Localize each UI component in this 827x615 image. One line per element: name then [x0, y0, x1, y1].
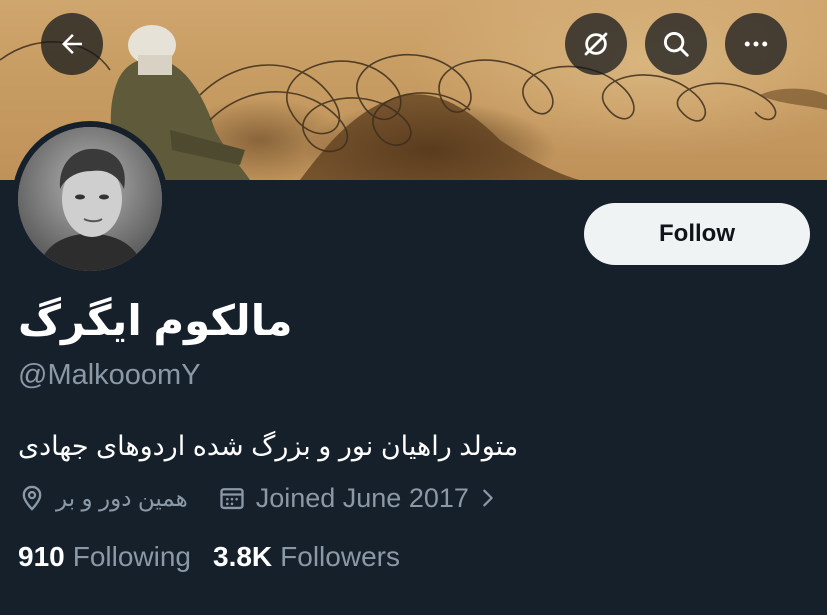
followers-stat[interactable]: 3.8K Followers	[213, 541, 400, 573]
back-button[interactable]	[41, 13, 103, 75]
joined-date[interactable]: Joined June 2017	[218, 483, 499, 514]
follow-button[interactable]: Follow	[584, 203, 810, 265]
location-text: همین دور و بر	[56, 484, 188, 511]
avatar[interactable]	[18, 127, 162, 271]
chevron-right-icon	[483, 489, 493, 507]
avatar-ring[interactable]	[12, 121, 168, 277]
profile-meta-row: همین دور و بر Joined June 2017	[18, 478, 499, 518]
display-name: مالکوم ایگرگ	[18, 297, 293, 344]
profile-bio: متولد راهیان نور و بزرگ شده اردوهای جهاد…	[18, 431, 519, 461]
translate-off-icon	[584, 32, 608, 56]
calendar-icon	[220, 488, 244, 510]
search-button[interactable]	[645, 13, 707, 75]
location-pin-icon	[22, 485, 42, 511]
more-horizontal-icon	[744, 41, 768, 47]
following-stat[interactable]: 910 Following	[18, 541, 191, 573]
more-options-button[interactable]	[725, 13, 787, 75]
following-label: Following	[72, 541, 191, 572]
avatar-photo	[18, 127, 162, 271]
search-icon	[663, 31, 689, 57]
location: همین دور و بر	[18, 484, 188, 512]
followers-label: Followers	[280, 541, 400, 572]
followers-count: 3.8K	[213, 541, 273, 572]
user-handle: @MalkooomY	[18, 359, 201, 391]
following-count: 910	[18, 541, 65, 572]
arrow-left-icon	[62, 34, 82, 54]
profile-page: Follow مالکوم ایگرگ @MalkooomY متولد راه…	[0, 0, 827, 615]
follow-stats: 910 Following 3.8K Followers	[18, 537, 400, 577]
joined-text: Joined June 2017	[255, 482, 469, 513]
translate-toggle-button[interactable]	[565, 13, 627, 75]
